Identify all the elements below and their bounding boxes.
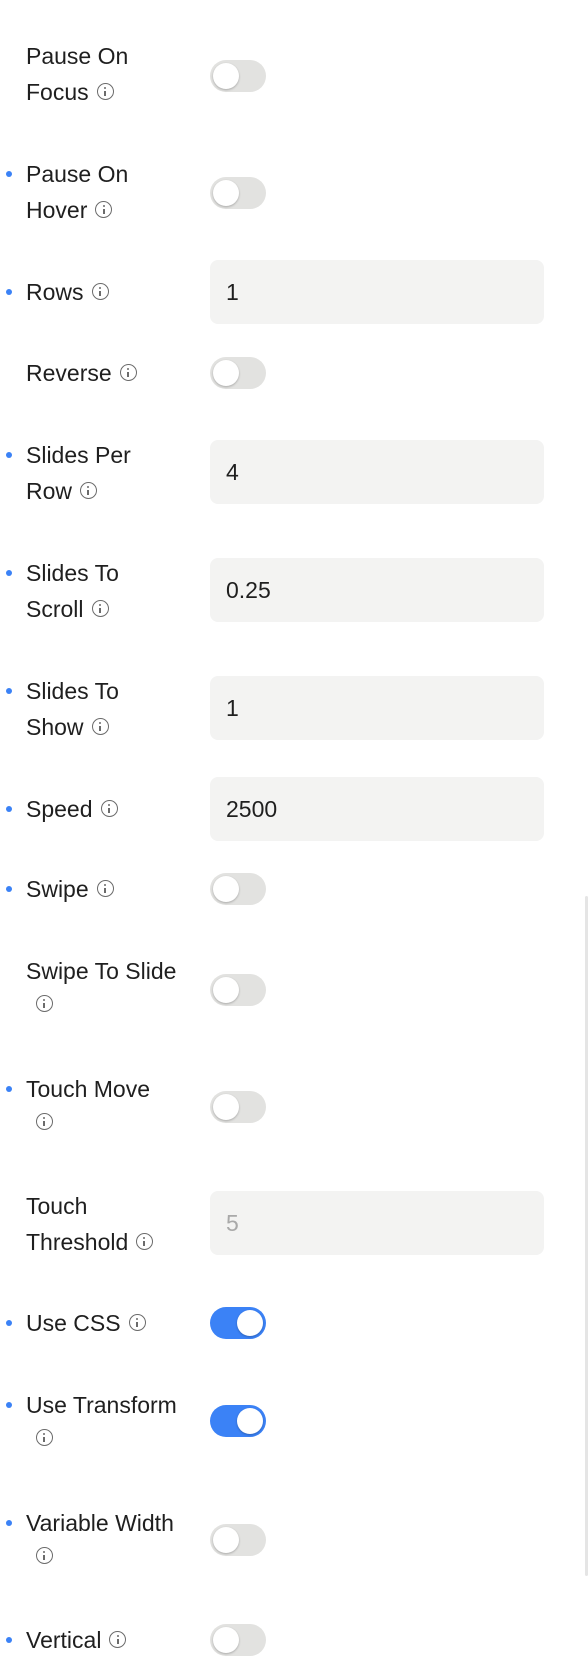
modified-indicator (6, 806, 12, 812)
toggle-knob (213, 1527, 239, 1553)
info-icon[interactable] (96, 83, 114, 101)
slides-per-row-input[interactable]: 4 (210, 440, 544, 504)
toggle-knob (213, 180, 239, 206)
use-transform-toggle[interactable] (210, 1405, 266, 1437)
setting-label: Slides To Scroll (26, 560, 119, 622)
reverse-toggle[interactable] (210, 357, 266, 389)
toggle-knob (213, 360, 239, 386)
swipe-to-slide-toggle[interactable] (210, 974, 266, 1006)
setting-label: Slides To Show (26, 678, 119, 740)
slides-to-scroll-input[interactable]: 0.25 (210, 558, 544, 622)
setting-label: Use CSS (26, 1305, 206, 1341)
modified-indicator (6, 289, 12, 295)
modified-indicator (6, 1320, 12, 1326)
swipe-toggle[interactable] (210, 873, 266, 905)
modified-indicator (6, 171, 12, 177)
setting-label: Swipe To Slide (26, 953, 206, 1014)
info-icon[interactable] (36, 1547, 53, 1564)
setting-label: Touch Move (26, 1071, 206, 1132)
setting-label: Slides Per Row (26, 442, 131, 504)
variable-width-toggle[interactable] (210, 1524, 266, 1556)
use-css-toggle[interactable] (210, 1307, 266, 1339)
info-icon[interactable] (91, 283, 109, 301)
info-icon[interactable] (100, 800, 118, 818)
vertical-toggle[interactable] (210, 1624, 266, 1656)
modified-indicator (6, 570, 12, 576)
info-icon[interactable] (36, 1429, 53, 1446)
modified-indicator (6, 886, 12, 892)
toggle-knob (213, 876, 239, 902)
info-icon[interactable] (109, 1631, 127, 1649)
modified-indicator (6, 1637, 12, 1643)
speed-input[interactable]: 2500 (210, 777, 544, 841)
setting-label: Rows (26, 274, 206, 310)
toggle-knob (237, 1408, 263, 1434)
info-icon[interactable] (95, 201, 113, 219)
info-icon[interactable] (119, 364, 137, 382)
info-icon[interactable] (91, 718, 109, 736)
setting-label: Pause On Hover (26, 161, 129, 223)
info-icon[interactable] (91, 600, 109, 618)
setting-label: Speed (26, 791, 206, 827)
info-icon[interactable] (36, 995, 53, 1012)
modified-indicator (6, 688, 12, 694)
info-icon[interactable] (96, 880, 114, 898)
setting-label: Variable Width (26, 1505, 206, 1566)
pause-on-hover-toggle[interactable] (210, 177, 266, 209)
touch-threshold-input[interactable]: 5 (210, 1191, 544, 1255)
setting-label: Pause On Focus (26, 43, 129, 105)
setting-label: Swipe (26, 871, 206, 907)
modified-indicator (6, 1402, 12, 1408)
setting-label: Touch Threshold (26, 1188, 206, 1260)
modified-indicator (6, 1086, 12, 1092)
rows-input[interactable]: 1 (210, 260, 544, 324)
info-icon[interactable] (136, 1233, 154, 1251)
toggle-knob (213, 1094, 239, 1120)
modified-indicator (6, 1520, 12, 1526)
info-icon[interactable] (80, 482, 98, 500)
info-icon[interactable] (36, 1113, 53, 1130)
toggle-knob (213, 1627, 239, 1653)
pause-on-focus-toggle[interactable] (210, 60, 266, 92)
toggle-knob (213, 977, 239, 1003)
slides-to-show-input[interactable]: 1 (210, 676, 544, 740)
toggle-knob (237, 1310, 263, 1336)
toggle-knob (213, 63, 239, 89)
touch-move-toggle[interactable] (210, 1091, 266, 1123)
modified-indicator (6, 452, 12, 458)
setting-label: Reverse (26, 355, 206, 391)
setting-label: Use Transform (26, 1387, 206, 1448)
setting-label: Vertical (26, 1622, 206, 1658)
info-icon[interactable] (128, 1314, 146, 1332)
